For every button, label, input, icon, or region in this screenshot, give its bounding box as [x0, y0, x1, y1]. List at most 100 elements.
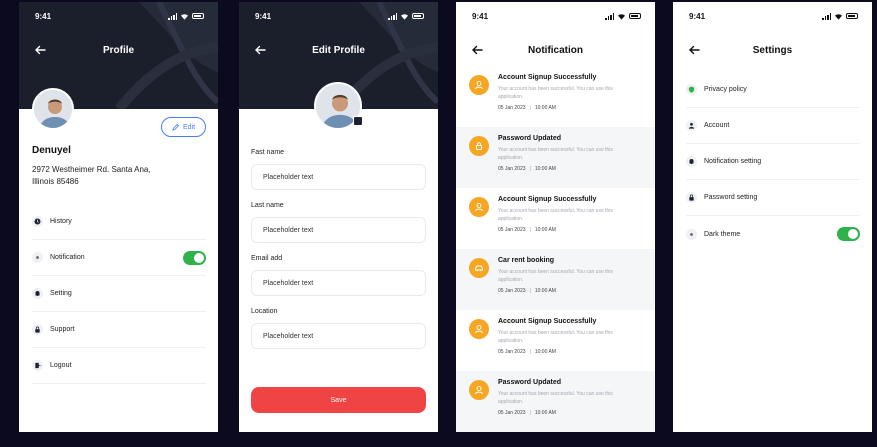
settings-label: Notification setting	[704, 158, 762, 165]
edit-profile-topbar: Edit Profile	[239, 36, 438, 64]
meta-divider: |	[529, 166, 531, 172]
pencil-icon	[172, 123, 179, 131]
settings-item-password[interactable]: Password setting	[686, 180, 860, 216]
notification-title: Car rent booking	[498, 257, 555, 264]
gear-icon	[32, 288, 43, 299]
notification-body: Your account has been successful. You ca…	[498, 208, 613, 222]
notification-time: 10:00 AM	[534, 410, 556, 416]
notification-date: 05 Jan 2023	[498, 227, 526, 233]
notification-time: 10:00 AM	[534, 227, 556, 233]
status-time: 9:41	[35, 11, 52, 21]
status-time: 9:41	[689, 11, 706, 21]
user-icon	[469, 319, 489, 339]
wifi-icon	[618, 13, 625, 20]
email-field[interactable]: Placeholder text	[251, 270, 426, 296]
menu-label: Support	[50, 326, 75, 333]
back-arrow-icon[interactable]	[687, 43, 701, 57]
battery-icon	[192, 13, 204, 19]
back-arrow-icon[interactable]	[253, 43, 267, 57]
profile-address: 2972 Westheimer Rd. Santa Ana, Illinois …	[32, 165, 151, 186]
notification-date: 05 Jan 2023	[498, 349, 526, 355]
notification-topbar: Notification	[456, 36, 655, 64]
page-title: Edit Profile	[312, 44, 365, 56]
first-name-label: Fast name	[251, 149, 285, 156]
menu-label: Setting	[50, 290, 72, 297]
notification-time: 10:00 AM	[534, 105, 556, 111]
location-label: Location	[251, 308, 278, 315]
status-bar: 9:41	[239, 2, 438, 30]
settings-item-privacy-policy[interactable]: Privacy policy	[686, 72, 860, 108]
meta-divider: |	[529, 288, 531, 294]
profile-screen: 9:41 Profile Edit Denuyel 2972 Westheime…	[19, 2, 218, 432]
lock-icon	[32, 324, 43, 335]
logout-icon	[32, 360, 43, 371]
status-bar: 9:41	[456, 2, 655, 30]
menu-item-notification[interactable]: Notification	[32, 240, 206, 276]
notification-toggle[interactable]	[183, 250, 206, 265]
page-title: Settings	[752, 44, 793, 56]
edit-profile-button[interactable]: Edit	[161, 117, 206, 137]
profile-name: Denuyel	[32, 145, 71, 156]
notification-body: Your account has been successful. You ca…	[498, 147, 613, 161]
battery-icon	[412, 13, 424, 19]
battery-icon	[846, 13, 858, 19]
settings-label: Account	[704, 122, 730, 129]
status-time: 9:41	[255, 11, 272, 21]
wifi-icon	[401, 13, 408, 20]
notification-title: Password Updated	[498, 379, 562, 386]
page-title: Notification	[528, 44, 583, 56]
location-field[interactable]: Placeholder text	[251, 323, 426, 349]
notification-title: Account Signup Successfully	[498, 318, 597, 325]
dark-theme-toggle[interactable]	[837, 227, 860, 241]
settings-item-notification[interactable]: Notification setting	[686, 144, 860, 180]
lock-icon	[469, 136, 489, 156]
notification-date: 05 Jan 2023	[498, 288, 526, 294]
user-icon	[469, 197, 489, 217]
avatar	[32, 88, 74, 130]
edit-label: Edit	[182, 123, 196, 131]
notification-item[interactable]: Account Signup Successfully Your account…	[456, 310, 655, 371]
edit-profile-screen: 9:41 Edit Profile Fast name Placeholder …	[239, 2, 438, 432]
notification-item[interactable]: Account Signup Successfully Your account…	[456, 188, 655, 249]
notification-body: Your account has been successful. You ca…	[498, 269, 613, 283]
notification-item[interactable]: Password Updated Your account has been s…	[456, 127, 655, 188]
change-photo-icon[interactable]	[353, 116, 363, 126]
sun-icon	[686, 228, 697, 240]
back-arrow-icon[interactable]	[470, 43, 484, 57]
save-button[interactable]: Save	[251, 387, 426, 413]
settings-item-account[interactable]: Account	[686, 108, 860, 144]
notification-item[interactable]: Account Signup Successfully Your account…	[456, 66, 655, 127]
settings-screen: 9:41 Settings Privacy policy Account Not…	[673, 2, 872, 432]
notification-time: 10:00 AM	[534, 288, 556, 294]
notification-list: Account Signup Successfully Your account…	[456, 66, 655, 432]
notification-item[interactable]: Car rent booking Your account has been s…	[456, 249, 655, 310]
status-bar: 9:41	[19, 2, 218, 30]
lock-icon	[686, 192, 697, 203]
signal-icon	[388, 12, 397, 20]
notification-item[interactable]: Password Updated Your account has been s…	[456, 371, 655, 432]
user-icon	[469, 75, 489, 95]
shield-icon	[686, 84, 697, 95]
battery-icon	[629, 13, 641, 19]
menu-item-setting[interactable]: Setting	[32, 276, 206, 312]
status-bar: 9:41	[673, 2, 872, 30]
clock-icon	[32, 216, 43, 227]
notification-title: Password Updated	[498, 135, 562, 142]
car-icon	[469, 258, 489, 278]
back-arrow-icon[interactable]	[33, 43, 47, 57]
last-name-field[interactable]: Placeholder text	[251, 217, 426, 243]
settings-item-dark-theme[interactable]: Dark theme	[686, 216, 860, 252]
email-label: Email add	[251, 255, 283, 262]
notification-date: 05 Jan 2023	[498, 166, 526, 172]
first-name-field[interactable]: Placeholder text	[251, 164, 426, 190]
meta-divider: |	[529, 349, 531, 355]
profile-menu: History Notification Setting Support Log…	[32, 204, 206, 384]
menu-item-support[interactable]: Support	[32, 312, 206, 348]
user-icon	[469, 380, 489, 400]
meta-divider: |	[529, 105, 531, 111]
notification-screen: 9:41 Notification Account Signup Success…	[456, 2, 655, 432]
menu-item-history[interactable]: History	[32, 204, 206, 240]
menu-item-logout[interactable]: Logout	[32, 348, 206, 384]
menu-label: History	[50, 218, 72, 225]
notification-time: 10:00 AM	[534, 349, 556, 355]
